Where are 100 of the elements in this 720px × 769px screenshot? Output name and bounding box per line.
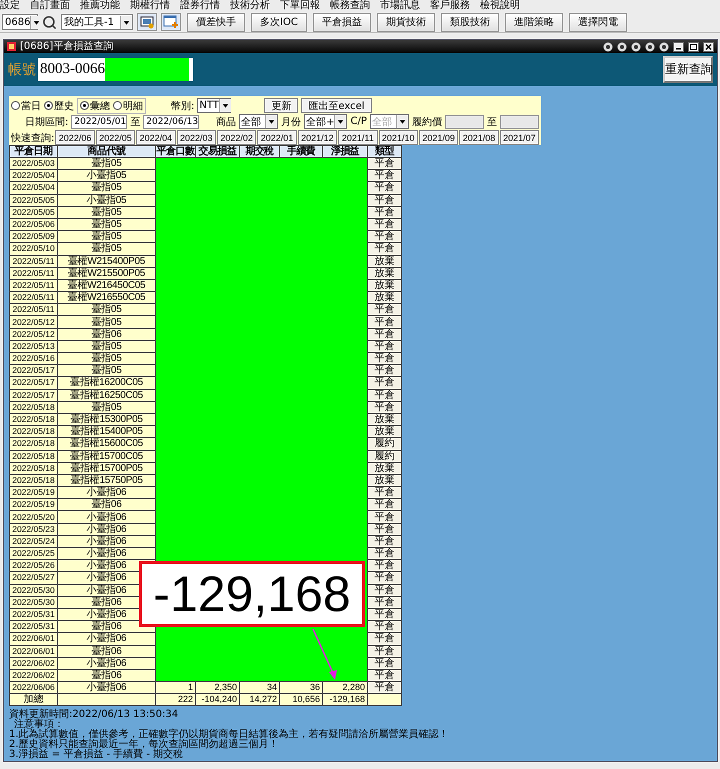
toolbar-button[interactable]: 類股技術	[440, 12, 499, 32]
product-cell: 小臺指06	[58, 510, 156, 524]
toolbar-button[interactable]: 進階策略	[504, 12, 563, 32]
caret-icon[interactable]	[120, 16, 132, 28]
date-cell: 2022/05/17	[10, 364, 58, 377]
strike-separator: 至	[486, 116, 497, 128]
number-cell: 36	[280, 682, 322, 694]
product-cell: 臺指權16250C05	[58, 389, 156, 402]
strike-from-field[interactable]	[444, 114, 484, 128]
add-window-icon[interactable]	[161, 13, 181, 31]
quick-month-button[interactable]: 2022/05	[96, 130, 136, 145]
menu-item[interactable]: 檢視說明	[480, 0, 520, 12]
radio-icon[interactable]	[44, 101, 53, 110]
date-from-field[interactable]: 2022/05/01	[71, 114, 128, 128]
product-cell: 小臺指06	[58, 548, 156, 560]
product-cell: 臺指05	[58, 218, 156, 231]
menu-item[interactable]: 帳務查詢	[330, 0, 370, 12]
menu-item[interactable]: 下單回報	[280, 0, 320, 12]
product-cell: 臺指權16200C05	[58, 376, 156, 390]
filter-select[interactable]: 全部+	[304, 114, 348, 129]
caret-icon[interactable]	[265, 115, 278, 128]
strike-to-field[interactable]	[500, 114, 539, 128]
caret-icon[interactable]	[218, 99, 231, 112]
menu-item[interactable]: 技術分析	[230, 0, 270, 12]
total-cell: 10,656	[280, 694, 322, 706]
date-cell: 2022/05/26	[10, 560, 58, 572]
radio-option[interactable]: 明細	[113, 98, 143, 112]
product-cell: 臺指權15600C05	[58, 438, 156, 450]
toolbar-button[interactable]: 期貨技術	[376, 12, 435, 32]
column-header[interactable]: 淨損益	[322, 146, 368, 158]
date-cell: 2022/05/18	[10, 413, 58, 426]
filter-select[interactable]: 全部	[239, 114, 278, 129]
export-button[interactable]: 匯出至excel	[301, 98, 372, 113]
quick-month-button[interactable]: 2022/04	[136, 130, 176, 145]
column-header[interactable]: 交易損益	[196, 146, 240, 158]
screen-icon[interactable]	[137, 13, 157, 31]
select-label: 商品	[216, 116, 236, 128]
date-range-label: 日期區間:	[25, 116, 68, 128]
total-cell: 222	[156, 694, 196, 706]
product-cell: 小臺指06	[58, 523, 156, 536]
quick-month-button[interactable]: 2021/12	[298, 130, 338, 145]
product-cell: 小臺指06	[58, 535, 156, 548]
currency-label: 幣別:	[171, 100, 194, 112]
number-cell: 1	[156, 682, 196, 694]
quick-month-button[interactable]: 2021/07	[500, 130, 540, 145]
product-cell: 臺權W215500P05	[58, 267, 156, 280]
account-field[interactable]: 8003-0066	[38, 58, 193, 81]
column-header[interactable]: 平倉口數	[156, 146, 196, 158]
menu-item[interactable]: 期權行情	[130, 0, 170, 12]
quick-month-button[interactable]: 2022/02	[216, 130, 256, 145]
requery-button[interactable]: 重新查詢	[663, 56, 713, 83]
product-cell: 臺權W215400P05	[58, 255, 156, 268]
toolbar-button[interactable]: 選擇閃電	[568, 12, 627, 32]
product-cell: 臺指06	[58, 645, 156, 658]
date-cell: 2022/05/11	[10, 304, 58, 316]
date-cell: 2022/05/11	[10, 255, 58, 268]
quick-month-button[interactable]: 2021/11	[338, 130, 378, 145]
date-cell: 2022/05/19	[10, 498, 58, 511]
radio-option[interactable]: 歷史	[44, 98, 74, 112]
toolbar-button[interactable]: 多次IOC	[251, 12, 307, 32]
date-cell: 2022/05/20	[10, 510, 58, 524]
product-cell: 臺指05	[58, 364, 156, 377]
radio-icon[interactable]	[113, 101, 122, 110]
quick-month-button[interactable]: 2021/08	[459, 130, 499, 145]
minimize-icon[interactable]	[673, 42, 684, 52]
column-header[interactable]: 手續費	[280, 146, 322, 158]
menu-item[interactable]: 證券行情	[180, 0, 220, 12]
date-cell: 2022/05/17	[10, 389, 58, 402]
date-cell: 2022/05/09	[10, 230, 58, 243]
product-cell: 小臺指06	[58, 486, 156, 499]
radio-icon[interactable]	[11, 101, 20, 110]
account-label: 帳號	[8, 60, 36, 78]
currency-select[interactable]: NTT	[197, 98, 232, 113]
quick-month-button[interactable]: 2022/03	[176, 130, 216, 145]
toolbar-button[interactable]: 平倉損益	[312, 12, 371, 32]
caret-icon[interactable]	[334, 115, 346, 128]
radio-icon[interactable]	[80, 101, 89, 110]
radio-option[interactable]: 彙總	[80, 98, 110, 112]
tool-select[interactable]: 我的工具-1	[61, 14, 133, 30]
toolbar-button[interactable]: 價差快手	[187, 12, 245, 32]
column-header[interactable]: 平倉日期	[10, 146, 58, 158]
column-header[interactable]: 類型	[368, 146, 402, 158]
quick-month-button[interactable]: 2022/06	[55, 130, 95, 145]
refresh-button[interactable]: 更新	[264, 98, 298, 113]
quick-month-button[interactable]: 2021/10	[378, 130, 418, 145]
date-to-field[interactable]: 2022/06/13	[143, 114, 200, 128]
product-cell: 臺指06	[58, 498, 156, 511]
caret-icon[interactable]	[30, 16, 42, 28]
radio-option[interactable]: 當日	[11, 98, 41, 112]
quick-month-button[interactable]: 2021/09	[418, 130, 458, 145]
menu-item[interactable]: 自訂畫面	[30, 0, 70, 12]
close-icon[interactable]	[703, 42, 714, 52]
product-cell: 臺指05	[58, 242, 156, 255]
column-header[interactable]: 商品代號	[58, 146, 156, 158]
column-header[interactable]: 期交稅	[240, 146, 280, 158]
quick-month-button[interactable]: 2022/01	[257, 130, 297, 145]
search-icon[interactable]	[42, 14, 57, 30]
product-cell: 臺指06	[58, 328, 156, 340]
menu-item[interactable]: 推薦功能	[80, 0, 120, 12]
maximize-icon[interactable]	[688, 42, 699, 52]
